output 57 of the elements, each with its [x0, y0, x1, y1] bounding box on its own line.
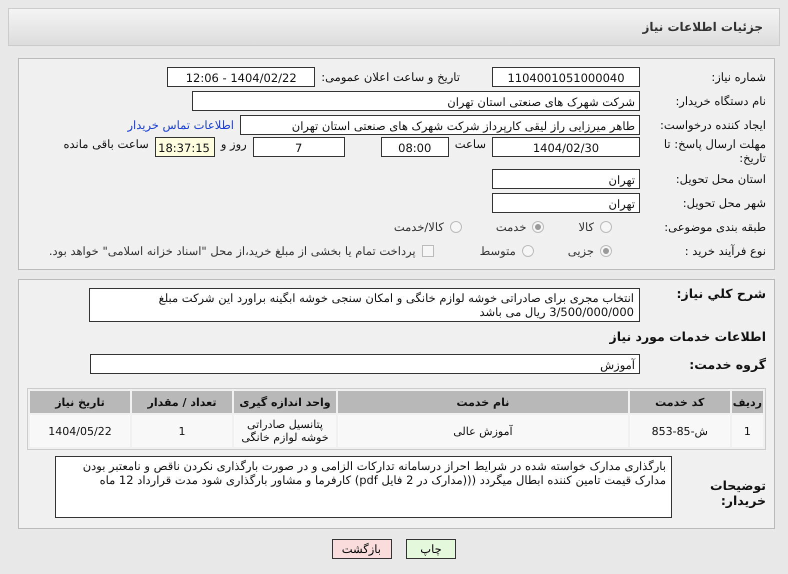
field-label: تاریخ و ساعت اعلان عمومی:	[321, 70, 460, 84]
table-cell: پتانسیل صادراتی خوشه لوازم خانگی	[234, 415, 336, 447]
days-label: روز و	[220, 137, 247, 151]
days-field[interactable]: 7	[252, 137, 345, 157]
column-header: ردیف	[732, 391, 763, 413]
radio-button[interactable]	[450, 221, 462, 233]
checkbox-label: پرداخت تمام یا بخشی از مبلغ خرید،از محل "اسناد خزانه اسلامی" خواهد بود.	[48, 244, 416, 258]
field-label: توضیحات خریدار:	[709, 477, 767, 508]
radio-button[interactable]	[600, 245, 612, 257]
service-group-field[interactable]: آموزش	[90, 354, 640, 374]
print-button[interactable]: چاپ	[406, 539, 456, 559]
field-label: شماره نیاز:	[710, 70, 767, 84]
field-label: مهلت ارسال پاسخ: تا تاریخ:	[662, 137, 767, 165]
need-number-field[interactable]: 1104001051000040	[492, 67, 640, 87]
radio-label: کالا	[578, 220, 594, 234]
table-cell: ش-85-853	[630, 415, 730, 447]
column-header: نام خدمت	[338, 391, 628, 413]
announce-date-field[interactable]: 1404/02/22 - 12:06	[167, 67, 316, 87]
deadline-date-field[interactable]: 1404/02/30	[492, 137, 640, 157]
field-label: گروه خدمت:	[688, 356, 767, 372]
buyer-notes-textarea[interactable]: بارگذاری مدارک خواسته شده در شرایط احراز درسامانه تدارکات الزامی و در صورت بارگذاری نکردن ناقص و نامعتبر بودن مدارک قیمت تامین کننده ابطال میگردد (((مدارک در 2 فایل pdf) کارفرما و مشاور بارگذاری شود مدت قرارداد 12 ماه	[55, 456, 672, 518]
field-label: شرح کلي نياز:	[676, 286, 767, 301]
remaining-time-field[interactable]: 18:37:15	[154, 137, 215, 157]
city-field[interactable]: تهران	[492, 193, 640, 213]
remaining-label: ساعت باقی مانده	[64, 137, 149, 151]
field-label: ایجاد کننده درخواست:	[659, 118, 767, 132]
radio-label: متوسط	[480, 244, 516, 258]
requester-field[interactable]: طاهر میرزایی راز لیقی کارپرداز شرکت شهرک های صنعتی استان تهران	[240, 115, 640, 135]
column-header: واحد اندازه گیری	[234, 391, 336, 413]
radio-label: خدمت	[496, 220, 526, 234]
buyer-org-field[interactable]: شرکت شهرک های صنعتی استان تهران	[192, 91, 640, 111]
field-label: نوع فرآیند خرید :	[684, 244, 767, 258]
column-header: تاریخ نیاز	[30, 391, 130, 413]
radio-button[interactable]	[600, 221, 612, 233]
field-label: طبقه بندی موضوعی:	[663, 220, 767, 234]
table-cell: 1	[132, 415, 232, 447]
table-cell: 1	[732, 415, 763, 447]
radio-label: جزیی	[568, 244, 594, 258]
column-header: کد خدمت	[630, 391, 730, 413]
time-label: ساعت	[454, 137, 486, 151]
checkbox[interactable]	[422, 245, 434, 257]
radio-label: کالا/خدمت	[394, 220, 444, 234]
section-title: اطلاعات خدمات مورد نیاز	[610, 328, 767, 344]
summary-textarea[interactable]: انتخاب مجری برای صادراتی خوشه لوازم خانگی و امکان سنجی خوشه ابگینه براورد این شرکت مبلغ 3/500/000/000 ریال می باشد	[89, 288, 640, 322]
radio-button[interactable]	[522, 245, 534, 257]
back-button[interactable]: بازگشت	[332, 539, 392, 559]
buyer-contact-link[interactable]: اطلاعات تماس خریدار	[127, 118, 234, 132]
table-cell: 1404/05/22	[30, 415, 130, 447]
column-header: تعداد / مقدار	[132, 391, 232, 413]
page-title: جزئیات اطلاعات نیاز	[642, 20, 763, 34]
deadline-time-field[interactable]: 08:00	[380, 137, 449, 157]
field-label: نام دستگاه خریدار:	[674, 94, 767, 108]
field-label: شهر محل تحویل:	[682, 196, 767, 210]
table-cell: آموزش عالی	[338, 415, 628, 447]
radio-button[interactable]	[532, 221, 544, 233]
province-field[interactable]: تهران	[492, 169, 640, 189]
field-label: استان محل تحویل:	[674, 172, 767, 186]
